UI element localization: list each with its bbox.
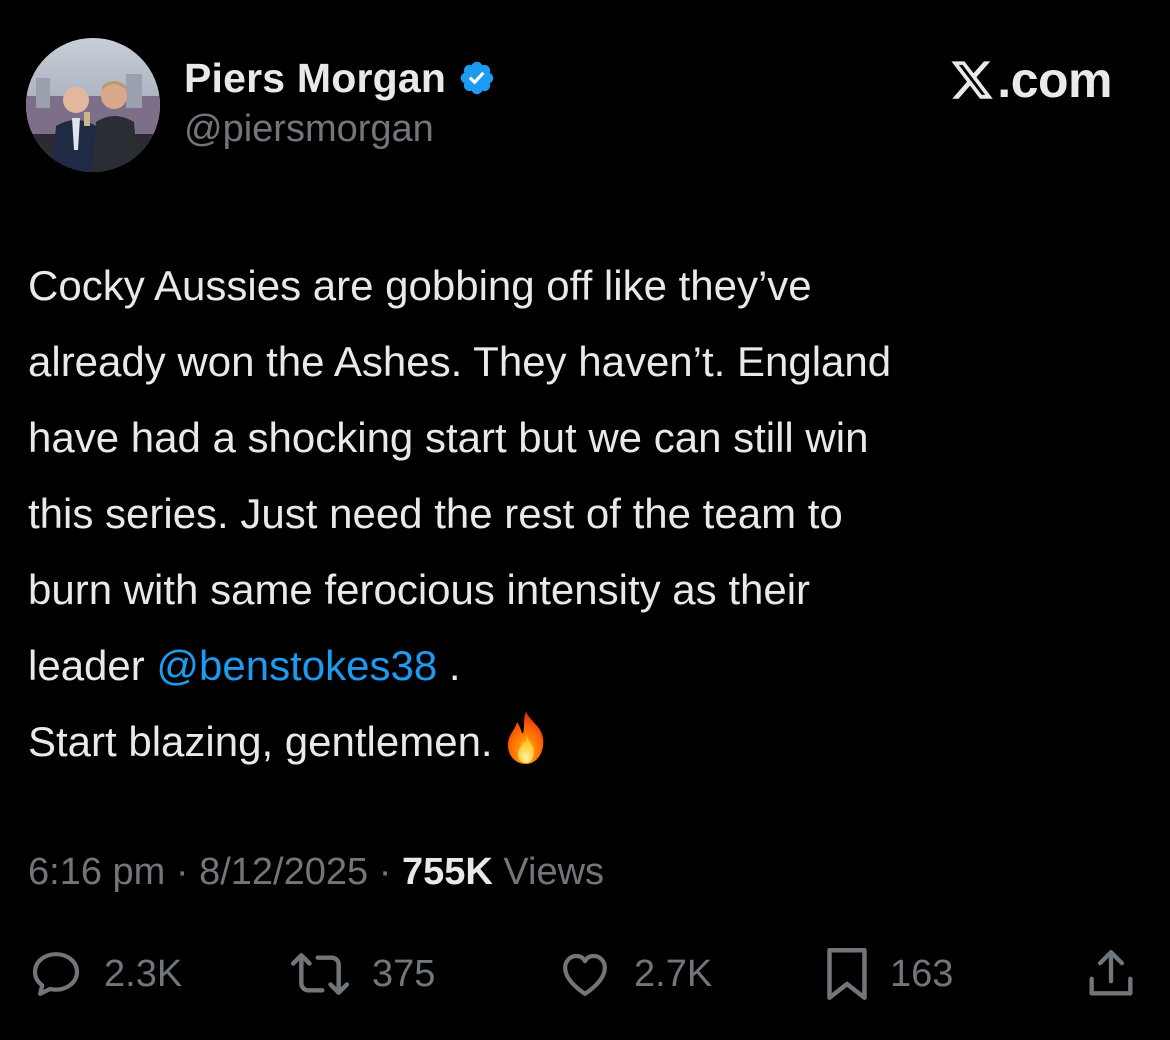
meta-separator: · xyxy=(165,851,200,893)
tweet-meta: 6:16 pm · 8/12/2025 · 755K Views xyxy=(28,846,604,898)
tweet-date[interactable]: 8/12/2025 xyxy=(199,851,368,893)
share-button[interactable] xyxy=(1082,942,1140,1006)
handle[interactable]: @piersmorgan xyxy=(184,108,434,151)
tweet-text-fragment: Start blazing, gentlemen. xyxy=(28,718,493,765)
meta-separator: · xyxy=(368,851,402,893)
tweet-text-fragment: . xyxy=(437,642,461,689)
verified-badge-icon[interactable] xyxy=(458,59,496,97)
tweet-time[interactable]: 6:16 pm xyxy=(28,851,165,893)
x-brand-logo: .com xyxy=(949,52,1112,108)
author-name-row: Piers Morgan xyxy=(184,52,496,104)
bookmark-button[interactable]: 163 xyxy=(822,942,953,1006)
repost-button[interactable]: 375 xyxy=(286,942,435,1006)
tweet-line: leader @benstokes38 . xyxy=(28,628,1128,704)
avatar[interactable] xyxy=(26,38,160,172)
brand-suffix: .com xyxy=(997,52,1112,108)
repost-icon xyxy=(290,953,350,995)
views-count[interactable]: 755K xyxy=(402,851,493,893)
tweet-line: have had a shocking start but we can sti… xyxy=(28,414,869,461)
tweet-line: Cocky Aussies are gobbing off like they’… xyxy=(28,262,812,309)
tweet-line: burn with same ferocious intensity as th… xyxy=(28,566,811,613)
views-label: Views xyxy=(492,851,605,893)
fire-icon xyxy=(501,710,551,766)
reply-icon xyxy=(32,952,80,996)
tweet-text-fragment: leader xyxy=(28,642,157,689)
display-name[interactable]: Piers Morgan xyxy=(184,55,446,102)
repost-count: 375 xyxy=(372,952,436,995)
tweet-line: already won the Ashes. They haven’t. Eng… xyxy=(28,338,892,385)
reply-count: 2.3K xyxy=(104,952,183,995)
like-button[interactable]: 2.7K xyxy=(554,942,712,1006)
share-icon xyxy=(1089,950,1133,996)
x-logo-icon xyxy=(949,56,995,104)
bookmark-count: 163 xyxy=(890,952,954,995)
tweet-line: this series. Just need the rest of the t… xyxy=(28,490,843,537)
action-bar: 2.3K 375 2.7K 163 xyxy=(0,942,1170,1006)
avatar-photo xyxy=(26,38,160,172)
tweet-line: Start blazing, gentlemen. xyxy=(28,704,1128,780)
like-count: 2.7K xyxy=(634,952,713,995)
reply-button[interactable]: 2.3K xyxy=(26,942,182,1006)
mention-link[interactable]: @benstokes38 xyxy=(156,642,437,689)
heart-icon xyxy=(563,953,607,996)
tweet-text: Cocky Aussies are gobbing off like they’… xyxy=(28,248,1128,780)
bookmark-icon xyxy=(827,948,867,1000)
